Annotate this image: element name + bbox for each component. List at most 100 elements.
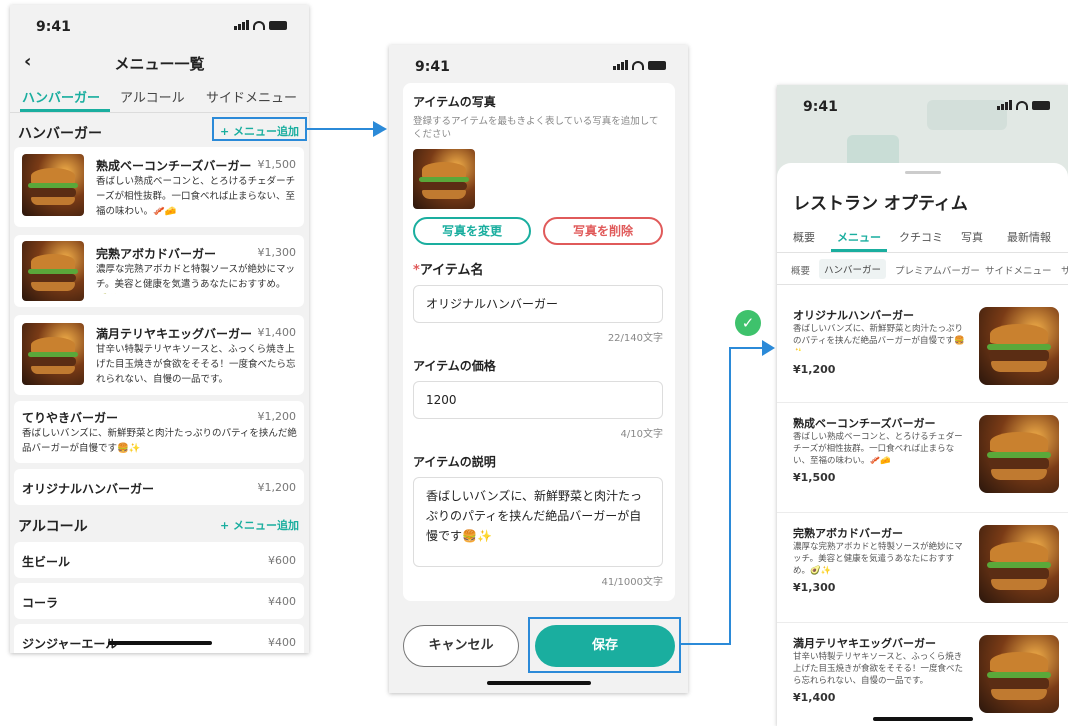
signal-icon [997,100,1012,110]
menu-item-row[interactable]: 熟成ベーコンチーズバーガー 香ばしい熟成ベーコンと、とろけるチェダーチーズが相性… [777,403,1068,513]
item-desc-counter: 41/1000文字 [601,577,663,588]
menu-item-card[interactable]: 熟成ベーコンチーズバーガー ¥1,500 香ばしい熟成ベーコンと、とろけるチェダ… [14,147,304,227]
menu-item-row[interactable]: オリジナルハンバーガー 香ばしいバンズに、新鮮野菜と肉汁たっぷりのパティを挟んだ… [777,295,1068,403]
item-photo [413,149,475,209]
menu-item-card[interactable]: コーラ ¥400 [14,583,304,619]
item-name: 熟成ベーコンチーズバーガー [793,417,936,430]
menu-item-card[interactable]: ジンジャーエール ¥400 [14,624,304,653]
flow-arrow-line [681,643,731,645]
item-description: 甘辛い特製テリヤキソースと、ふっくら焼き上げた目玉焼きが食欲をそそる！一度食べた… [793,652,964,686]
status-icons [997,100,1050,110]
photo-hint: 登録するアイテムを最もきよく表している写真を追加してください [413,116,659,140]
burger-photo [979,307,1059,385]
tab-underline [831,249,887,252]
tab-news[interactable]: 最新情報 [1007,229,1051,245]
item-description: 甘辛い特製テリヤキソースと、ふっくら焼き上げた目玉焼きが食欲をそそる！一度食べた… [96,344,296,385]
tab-bar: ハンバーガー アルコール サイドメニュー [10,85,309,113]
add-menu-button[interactable]: + メニュー追加 [220,517,299,533]
status-bar: 9:41 [10,5,309,45]
chip-bar: 概要 ハンバーガー プレミアムバーガー サイドメニュー サ [777,255,1068,285]
delete-photo-button[interactable]: 写真を削除 [543,217,663,245]
item-price: ¥1,200 [257,410,297,423]
item-name-label-text: アイテム名 [419,263,484,278]
item-name-counter: 22/140文字 [607,333,663,344]
item-price: ¥1,200 [793,363,836,376]
menu-list-screen: 9:41 ‹ メニュー一覧 ハンバーガー アルコール サイドメニュー ハンバーガ… [10,5,309,653]
item-price-counter: 4/10文字 [620,429,663,440]
item-name: 満月テリヤキエッグバーガー [96,327,253,341]
menu-item-row[interactable]: 満月テリヤキエッグバーガー 甘辛い特製テリヤキソースと、ふっくら焼き上げた目玉焼… [777,623,1068,726]
home-indicator [873,717,973,721]
signal-icon [613,60,628,70]
change-photo-button[interactable]: 写真を変更 [413,217,531,245]
item-price: ¥1,500 [793,471,836,484]
tab-side-menu[interactable]: サイドメニュー [206,87,297,106]
section-title-burger: ハンバーガー [18,126,102,142]
save-highlight [528,617,681,673]
status-bar: 9:41 [389,45,688,85]
item-desc-label: アイテムの説明 [413,455,496,469]
item-desc-textarea[interactable]: 香ばしいバンズに、新鮮野菜と肉汁たっぷりのパティを挟んだ絶品バーガーが自慢です🍔… [413,477,663,567]
chip-overview[interactable]: 概要 [791,263,810,277]
check-icon: ✓ [735,310,761,336]
item-name: 完熟アボカドバーガー [793,527,903,540]
item-description: 香ばしい熟成ベーコンと、とろけるチェダーチーズが相性抜群。一口食べれば止まらない… [793,432,963,466]
edit-form-card: アイテムの写真 登録するアイテムを最もきよく表している写真を追加してください 写… [403,83,675,601]
flow-arrow-head [762,340,775,356]
menu-item-card[interactable]: オリジナルハンバーガー ¥1,200 [14,469,304,505]
menu-item-card[interactable]: 生ビール ¥600 [14,542,304,578]
tab-alcohol[interactable]: アルコール [120,87,185,106]
item-name: オリジナルハンバーガー [793,309,914,322]
menu-item-card[interactable]: てりやきバーガー ¥1,200 香ばしいバンズに、新鮮野菜と肉汁たっぷりのパティ… [14,401,304,463]
flow-arrow-line [729,347,765,349]
section-title-alcohol: アルコール [18,519,88,535]
item-price: ¥1,300 [257,246,297,259]
item-price: ¥1,200 [257,481,297,494]
battery-icon [1032,101,1050,110]
flow-arrow-line [729,348,731,645]
item-name: 熟成ベーコンチーズバーガー [96,159,252,173]
tab-reviews[interactable]: クチコミ [899,229,943,245]
status-icons [613,60,666,70]
page-title: メニュー一覧 [114,55,205,73]
wifi-icon [632,61,644,70]
burger-photo [979,635,1059,713]
chip-more[interactable]: サ [1061,263,1068,277]
tab-overview[interactable]: 概要 [793,229,815,245]
tab-hamburger[interactable]: ハンバーガー [22,87,100,106]
item-name-input[interactable]: オリジナルハンバーガー [413,285,663,323]
cancel-button[interactable]: キャンセル [403,625,519,667]
menu-item-card[interactable]: 満月テリヤキエッグバーガー ¥1,400 甘辛い特製テリヤキソースと、ふっくら焼… [14,315,304,395]
restaurant-screen: 9:41 レストラン オプティム 概要 メニュー クチコミ 写真 最新情報 概要… [777,85,1068,726]
item-price-input[interactable]: 1200 [413,381,663,419]
add-menu-highlight [212,117,307,141]
chip-hamburger[interactable]: ハンバーガー [819,259,887,279]
item-price: ¥1,400 [793,691,836,704]
menu-item-row[interactable]: 完熟アボカドバーガー 濃厚な完熟アボカドと特製ソースが絶妙にマッチ。美容と健康を… [777,513,1068,623]
item-name: 生ビール [22,555,71,569]
item-price: ¥600 [268,554,296,567]
status-icons [234,20,287,30]
item-name: コーラ [22,596,59,610]
item-name: てりやきバーガー [22,411,119,425]
chip-side-menu[interactable]: サイドメニュー [985,263,1052,277]
tab-menu[interactable]: メニュー [837,229,881,245]
sheet-handle[interactable] [905,171,941,174]
menu-item-card[interactable]: 完熟アボカドバーガー ¥1,300 濃厚な完熟アボカドと特製ソースが絶妙にマッチ… [14,235,304,307]
item-name: 完熟アボカドバーガー [96,247,217,261]
status-bar: 9:41 [777,85,1068,125]
burger-photo [22,323,84,385]
restaurant-name: レストラン オプティム [793,194,968,214]
item-price: ¥1,400 [257,326,297,339]
wifi-icon [253,21,265,30]
item-description: 香ばしいバンズに、新鮮野菜と肉汁たっぷりのパティを挟んだ絶品バーガーが自慢です🍔… [22,428,297,454]
tab-photos[interactable]: 写真 [961,229,983,245]
item-price: ¥400 [268,636,296,649]
item-price: ¥1,300 [793,581,836,594]
item-price: ¥1,500 [257,158,297,171]
tab-underline [20,109,110,112]
item-description: 香ばしい熟成ベーコンと、とろけるチェダーチーズが相性抜群。一口食べれば止まらない… [96,176,296,217]
signal-icon [234,20,249,30]
chip-premium[interactable]: プレミアムバーガー [895,263,980,277]
item-description: 濃厚な完熟アボカドと特製ソースが絶妙にマッチ。美容と健康を気遣うあなたにおすすめ… [793,542,963,576]
